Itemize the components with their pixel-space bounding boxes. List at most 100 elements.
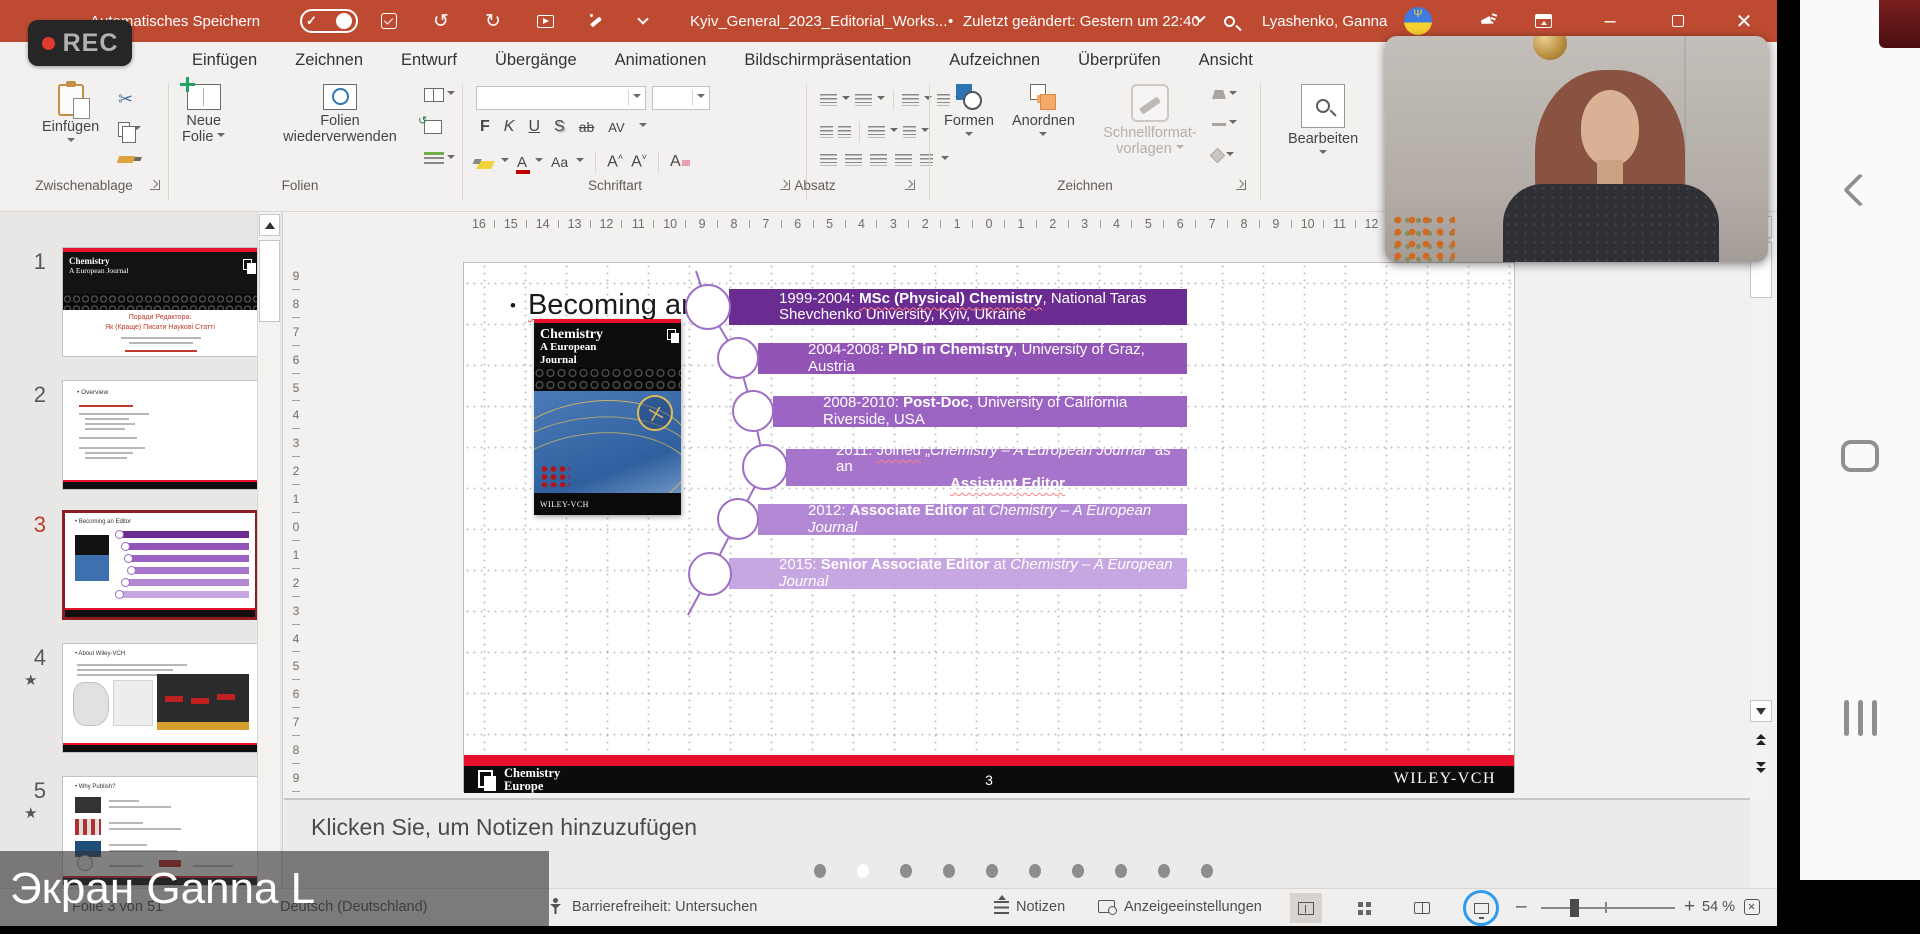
clipboard-dialog-launcher[interactable] [150,180,160,190]
slideshow-view-button[interactable] [1466,893,1496,923]
start-presentation-button[interactable] [534,10,556,32]
clear-formatting-button[interactable]: A [670,153,690,171]
draw-touch-button[interactable] [584,10,606,32]
zoom-in-button[interactable]: + [1684,896,1695,918]
display-settings-button[interactable]: Anzeigeeinstellungen [1124,899,1262,915]
slide-sorter-view-button[interactable] [1348,893,1380,923]
ribbon-tab-ansicht[interactable]: Ansicht [1199,51,1253,70]
format-painter-button[interactable] [118,156,134,163]
font-size-combo[interactable] [652,86,710,110]
last-modified-label[interactable]: Zuletzt geändert: Gestern um 22:40 [963,0,1200,42]
font-color-button[interactable]: A [517,154,527,171]
bullet-list-icon[interactable] [820,94,837,106]
fit-to-window-icon[interactable] [1744,899,1760,915]
slide-canvas[interactable]: • Becoming an Editor Chemistry A Europea… [463,262,1515,792]
zoom-percentage[interactable]: 54 % [1702,899,1735,915]
user-name[interactable]: Lyashenko, Ganna [1262,0,1387,42]
accessibility-label[interactable]: Barrierefreiheit: Untersuchen [572,899,757,915]
arrange-button[interactable]: Anordnen [1012,84,1075,140]
scroll-up-button[interactable] [259,214,280,236]
undo-button[interactable]: ↺ [430,10,452,32]
journal-cover-image[interactable]: Chemistry A European Journal WILEY-VCH [534,319,681,515]
reset-slide-button[interactable] [424,120,442,134]
shape-effects-button[interactable] [1212,150,1234,161]
autosave-toggle[interactable]: ✓ [300,9,358,33]
avatar[interactable]: Ψ [1404,7,1432,35]
copy-button[interactable] [118,122,141,137]
ribbon-tab-zeichnen[interactable]: Zeichnen [295,51,363,70]
ribbon-tab-aufzeichnen[interactable]: Aufzeichnen [949,51,1040,70]
editing-button[interactable]: Bearbeiten [1288,84,1358,158]
back-button[interactable] [1800,178,1920,202]
next-slide-button[interactable] [1750,756,1772,778]
strikethrough-button[interactable]: ab [579,119,595,135]
ruler-mark: 8 [286,736,306,764]
ribbon-tab-bildschirmpräsentation[interactable]: Bildschirmpräsentation [744,51,911,70]
scrollbar-thumb[interactable] [259,240,280,322]
bold-button[interactable]: F [480,118,490,136]
numbered-list-icon[interactable] [855,94,872,106]
section-button[interactable] [424,152,455,166]
search-button[interactable] [1218,10,1240,32]
slide-layout-button[interactable] [424,88,455,102]
text-shadow-button[interactable]: S [554,118,565,136]
shape-fill-button[interactable] [1212,90,1237,99]
feedback-button[interactable] [1478,10,1500,32]
align-center-icon[interactable] [845,154,862,166]
ribbon-tab-animationen[interactable]: Animationen [615,51,707,70]
slide-thumbnail-3-selected[interactable]: • Becoming an Editor [62,510,258,620]
character-spacing-button[interactable]: AV [608,120,624,135]
justify-icon[interactable] [895,154,912,166]
align-right-icon[interactable] [870,154,887,166]
thumbnail-scrollbar[interactable] [257,212,280,926]
previous-slide-button[interactable] [1750,728,1772,750]
home-button[interactable] [1800,440,1920,472]
reuse-slides-button[interactable]: Folien wiederverwenden [262,84,418,145]
increase-indent-icon[interactable] [838,126,851,138]
zoom-slider-thumb[interactable] [1570,899,1579,917]
notes-toggle-button[interactable]: Notizen [1016,899,1065,915]
quick-access-more-button[interactable] [632,10,654,32]
zoom-slider-track[interactable] [1541,907,1675,909]
slide-scrollbar[interactable] [1750,216,1773,802]
save-button[interactable] [378,10,400,32]
decrease-indent-icon[interactable] [820,126,833,138]
notes-placeholder[interactable]: Klicken Sie, um Notizen hinzuzufügen [311,814,697,841]
ribbon-tab-übergänge[interactable]: Übergänge [495,51,577,70]
shrink-font-button[interactable]: A˅ [631,152,647,171]
new-slide-button[interactable]: Neue Folie [182,84,225,145]
participant-video[interactable] [1385,36,1768,262]
shapes-button[interactable]: Formen [944,84,994,140]
ribbon-tab-einfügen[interactable]: Einfügen [192,51,257,70]
shape-outline-button[interactable] [1212,120,1237,128]
cut-button[interactable]: ✂ [118,90,133,108]
slide-thumbnail-1[interactable]: Chemistry A European Journal Поради Реда… [62,247,258,357]
line-spacing-icon[interactable] [902,94,919,106]
smartart-convert-icon[interactable] [920,154,933,166]
italic-button[interactable]: K [504,118,515,136]
slide-thumbnail-4[interactable]: • About Wiley-VCH [62,643,258,753]
reading-view-button[interactable] [1406,893,1438,923]
scroll-down-button[interactable] [1750,700,1772,722]
paragraph-dialog-launcher[interactable] [905,180,915,190]
recents-button[interactable] [1800,700,1920,736]
video-tile-sliver[interactable] [1879,0,1920,48]
document-title[interactable]: Kyiv_General_2023_Editorial_Works... [690,0,947,42]
ribbon-display-options-button[interactable] [1532,10,1554,32]
align-text-icon[interactable] [903,126,916,138]
align-left-icon[interactable] [820,154,837,166]
redo-button[interactable]: ↻ [482,10,504,32]
zoom-out-button[interactable]: – [1516,896,1527,918]
ribbon-tab-entwurf[interactable]: Entwurf [401,51,457,70]
change-case-button[interactable]: Aa [551,154,568,170]
ribbon-tab-überprüfen[interactable]: Überprüfen [1078,51,1161,70]
underline-button[interactable]: U [528,118,540,136]
normal-view-button[interactable] [1290,893,1322,923]
slide-thumbnail-2[interactable]: • Overview [62,380,258,490]
drawing-dialog-launcher[interactable] [1236,180,1246,190]
columns-icon[interactable] [868,126,885,138]
paste-button[interactable]: Einfügen [42,84,99,146]
font-name-combo[interactable] [476,86,646,110]
highlight-color-icon[interactable] [476,161,495,169]
grow-font-button[interactable]: A˄ [607,152,623,171]
